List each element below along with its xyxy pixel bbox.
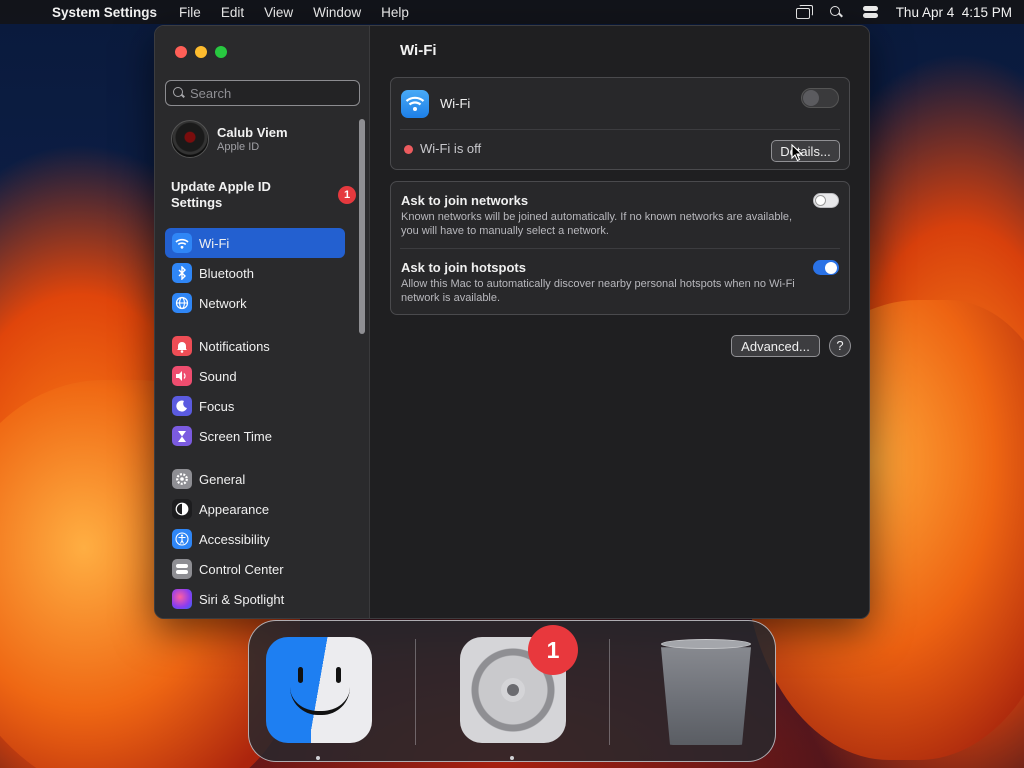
account-name: Calub Viem (217, 125, 288, 140)
sidebar-item-label: Sound (199, 368, 237, 384)
settings-running-indicator (510, 756, 514, 760)
menubar-clock[interactable]: Thu Apr 4 4:15 PM (896, 5, 1012, 20)
menu-view[interactable]: View (254, 5, 303, 20)
dock-separator (415, 639, 416, 745)
menu-edit[interactable]: Edit (211, 5, 254, 20)
sidebar-item-focus[interactable]: Focus (165, 391, 345, 421)
dock-badge: 1 (528, 625, 578, 675)
sidebar-item-accessibility[interactable]: Accessibility (165, 524, 345, 554)
sidebar-item-label: Siri & Spotlight (199, 591, 285, 607)
sidebar-item-control-center[interactable]: Control Center (165, 554, 345, 584)
update-apple-id-item[interactable]: Update Apple ID Settings 1 (171, 179, 361, 211)
close-window-button[interactable] (175, 46, 187, 58)
sidebar: Calub Viem Apple ID Update Apple ID Sett… (155, 26, 370, 618)
divider (400, 248, 840, 249)
sidebar-item-appearance[interactable]: Appearance (165, 494, 345, 524)
bell-icon (172, 336, 192, 356)
menu-window[interactable]: Window (303, 5, 371, 20)
sidebar-item-general[interactable]: General (165, 464, 345, 494)
wifi-icon (401, 90, 429, 118)
hourglass-icon (172, 426, 192, 446)
ask-join-hotspots-description: Allow this Mac to automatically discover… (401, 278, 795, 304)
control-center-icon[interactable] (862, 5, 880, 19)
screen-mirroring-icon[interactable] (794, 5, 813, 19)
sidebar-scrollbar[interactable] (359, 119, 365, 334)
mouse-pointer-icon (791, 144, 803, 162)
wifi-group: Wi-Fi Wi-Fi is off Details... (390, 77, 850, 170)
wifi-toggle[interactable] (801, 88, 839, 108)
sidebar-item-label: Appearance (199, 501, 270, 517)
gear-icon (172, 469, 192, 489)
divider (400, 129, 840, 130)
advanced-button[interactable]: Advanced... (731, 335, 820, 357)
sidebar-item-label: Control Center (199, 561, 284, 577)
bluetooth-icon (172, 263, 192, 283)
sidebar-item-wifi[interactable]: Wi-Fi (165, 228, 345, 258)
window-controls (175, 46, 227, 58)
update-badge: 1 (338, 186, 356, 204)
appearance-icon (172, 499, 192, 519)
wifi-icon (172, 233, 192, 253)
siri-icon (172, 589, 192, 609)
speaker-icon (172, 366, 192, 386)
ask-join-networks-title: Ask to join networks (401, 193, 529, 208)
join-options-group: Ask to join networks Known networks will… (390, 181, 850, 315)
spotlight-search-icon[interactable] (828, 5, 846, 19)
search-input[interactable] (190, 85, 350, 101)
sidebar-item-screen-time[interactable]: Screen Time (165, 421, 345, 451)
sidebar-item-sound[interactable]: Sound (165, 361, 345, 391)
sidebar-item-label: Notifications (199, 338, 270, 354)
ask-join-networks-toggle[interactable] (813, 193, 839, 208)
ask-join-hotspots-title: Ask to join hotspots (401, 260, 526, 275)
menu-file[interactable]: File (169, 5, 211, 20)
dock-separator (609, 639, 610, 745)
sidebar-item-notifications[interactable]: Notifications (165, 331, 345, 361)
ask-join-hotspots-toggle[interactable] (813, 260, 839, 275)
sidebar-item-label: General (199, 471, 246, 487)
sidebar-item-label: Screen Time (199, 428, 272, 444)
search-icon (173, 87, 184, 98)
moon-icon (172, 396, 192, 416)
menu-help[interactable]: Help (371, 5, 419, 20)
ask-join-networks-description: Known networks will be joined automatica… (401, 211, 793, 237)
finder-running-indicator (316, 756, 320, 760)
globe-icon (172, 293, 192, 313)
sidebar-item-label: Wi-Fi (199, 235, 230, 251)
system-settings-window: Calub Viem Apple ID Update Apple ID Sett… (154, 25, 870, 619)
apple-id-account[interactable]: Calub Viem Apple ID (171, 120, 288, 158)
sidebar-search (165, 80, 360, 106)
status-indicator (404, 145, 413, 154)
wifi-status-text: Wi-Fi is off (420, 141, 482, 156)
sidebar-item-label: Focus (199, 398, 235, 414)
minimize-window-button[interactable] (195, 46, 207, 58)
sidebar-item-label: Accessibility (199, 531, 270, 547)
sidebar-item-network[interactable]: Network (165, 288, 345, 318)
dock (248, 620, 776, 762)
zoom-window-button[interactable] (215, 46, 227, 58)
trash-icon[interactable] (655, 637, 761, 745)
sidebar-item-siri-spotlight[interactable]: Siri & Spotlight (165, 584, 345, 614)
account-subtitle: Apple ID (217, 141, 260, 153)
app-menu[interactable]: System Settings (40, 5, 169, 20)
accessibility-icon (172, 529, 192, 549)
update-apple-id-label: Update Apple ID Settings (171, 179, 271, 210)
wifi-settings-pane: Wi-Fi Wi-Fi Wi-Fi is off Details... Ask … (370, 26, 869, 618)
sidebar-item-bluetooth[interactable]: Bluetooth (165, 258, 345, 288)
avatar (171, 120, 209, 158)
sidebar-item-label: Network (199, 295, 247, 311)
menu-bar: System Settings File Edit View Window He… (0, 0, 1024, 24)
details-button[interactable]: Details... (771, 140, 840, 162)
sidebar-item-label: Bluetooth (199, 265, 254, 281)
control-center-icon (172, 559, 192, 579)
help-button[interactable]: ? (829, 335, 851, 357)
finder-icon[interactable] (266, 637, 372, 743)
wifi-row-label: Wi-Fi (440, 96, 471, 111)
page-title: Wi-Fi (400, 42, 437, 59)
